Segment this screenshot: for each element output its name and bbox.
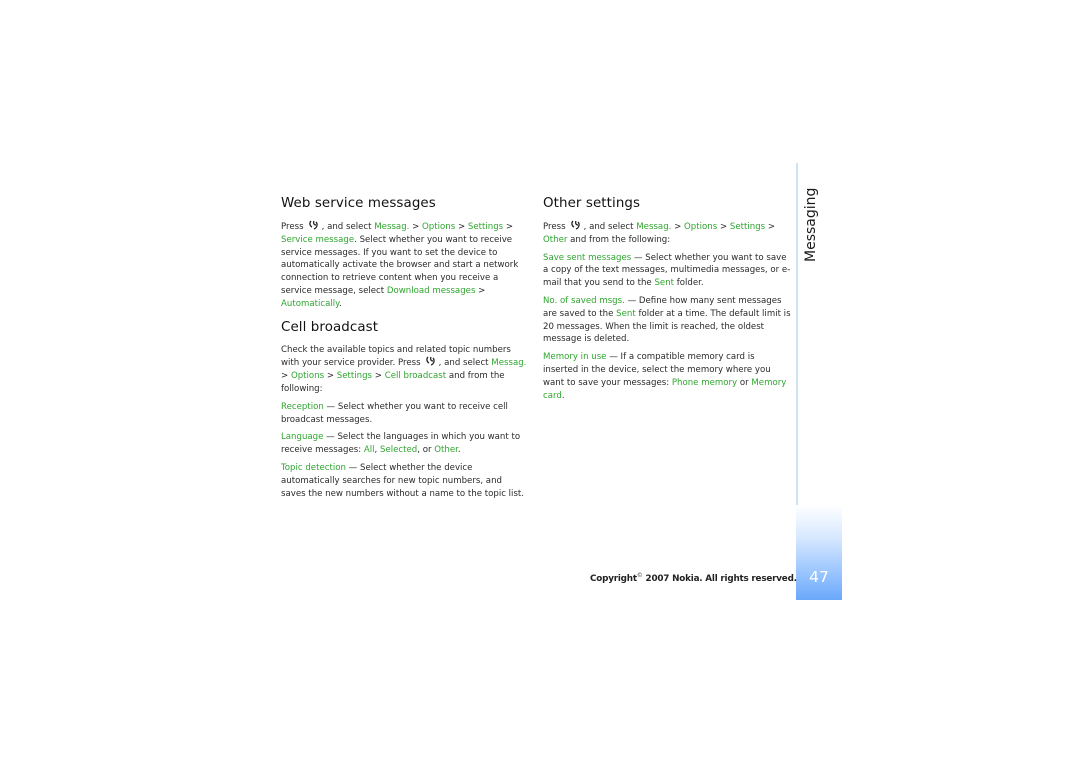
heading-cell-broadcast: Cell broadcast xyxy=(281,319,379,335)
link-messag[interactable]: Messag. xyxy=(636,222,671,232)
separator: > xyxy=(478,285,486,296)
memory-in-use-label[interactable]: Memory in use xyxy=(543,352,606,362)
reception-item: Reception — Select whether you want to r… xyxy=(281,401,529,427)
heading-other-settings: Other settings xyxy=(543,196,641,211)
language-label[interactable]: Language xyxy=(281,432,323,442)
text: . xyxy=(338,298,342,309)
option-other[interactable]: Other xyxy=(434,445,458,455)
separator: > xyxy=(281,371,289,382)
link-options[interactable]: Options xyxy=(422,222,455,232)
text: Press xyxy=(281,222,304,232)
heading-web-service-messages: Web service messages xyxy=(281,196,436,211)
text: Press xyxy=(543,222,566,232)
text: folder. xyxy=(676,278,704,289)
link-settings[interactable]: Settings xyxy=(468,222,503,232)
link-messag[interactable]: Messag. xyxy=(374,222,409,232)
option-selected[interactable]: Selected xyxy=(380,445,417,455)
separator: > xyxy=(719,222,728,232)
menu-key-icon xyxy=(308,220,319,230)
sent-folder-link[interactable]: Sent xyxy=(654,278,674,288)
chapter-title: Messaging xyxy=(803,187,819,262)
link-service-message[interactable]: Service message xyxy=(281,235,354,245)
link-download-messages[interactable]: Download messages xyxy=(387,286,476,296)
other-settings-paragraph: Press , and select Messag. > Options > Se… xyxy=(543,220,791,247)
copyright-symbol: © xyxy=(636,572,643,579)
save-sent-item: Save sent messages — Select whether you … xyxy=(543,252,791,290)
cell-broadcast-paragraph: Check the available topics and related t… xyxy=(281,344,529,396)
save-sent-label[interactable]: Save sent messages xyxy=(543,253,631,263)
memory-in-use-item: Memory in use — If a compatible memory c… xyxy=(543,351,791,402)
separator: > xyxy=(326,371,335,382)
separator: > xyxy=(412,222,420,232)
sent-folder-link[interactable]: Sent xyxy=(616,309,636,319)
text: . xyxy=(457,445,461,456)
text: , xyxy=(374,445,378,456)
option-all[interactable]: All xyxy=(364,445,375,455)
text: or xyxy=(739,377,749,388)
separator: > xyxy=(674,222,682,232)
text: , and select xyxy=(438,358,489,369)
right-column: Other settings Press , and select Messag.… xyxy=(543,195,791,407)
topic-detection-item: Topic detection — Select whether the dev… xyxy=(281,462,529,500)
text: , and select xyxy=(321,222,372,232)
topic-detection-label[interactable]: Topic detection xyxy=(281,463,346,473)
text: and from the following: xyxy=(570,234,671,245)
text: , and select xyxy=(583,222,634,232)
link-messag[interactable]: Messag. xyxy=(491,358,526,368)
separator: > xyxy=(457,222,466,232)
link-options[interactable]: Options xyxy=(291,371,324,381)
link-settings[interactable]: Settings xyxy=(730,222,765,232)
copyright-prefix: Copyright xyxy=(590,573,637,584)
link-settings[interactable]: Settings xyxy=(337,371,372,381)
option-phone-memory[interactable]: Phone memory xyxy=(672,378,737,388)
copyright-text: 2007 Nokia. All rights reserved. xyxy=(645,573,797,584)
link-cell-broadcast[interactable]: Cell broadcast xyxy=(385,371,446,381)
link-other[interactable]: Other xyxy=(543,235,567,245)
copyright-notice: Copyright© 2007 Nokia. All rights reserv… xyxy=(590,572,797,584)
link-automatically[interactable]: Automatically xyxy=(281,299,339,309)
separator: > xyxy=(374,371,382,382)
menu-key-icon xyxy=(425,356,436,366)
page-number: 47 xyxy=(809,568,829,586)
saved-msgs-item: No. of saved msgs. — Define how many sen… xyxy=(543,295,791,346)
separator: > xyxy=(505,222,514,232)
left-column: Web service messages Press , and select M… xyxy=(281,195,529,505)
reception-label[interactable]: Reception xyxy=(281,402,324,412)
link-options[interactable]: Options xyxy=(684,222,717,232)
text: , or xyxy=(417,445,432,456)
web-service-paragraph: Press , and select Messag. > Options > Se… xyxy=(281,220,529,311)
language-item: Language — Select the languages in which… xyxy=(281,431,529,457)
separator: > xyxy=(767,222,776,232)
saved-msgs-label[interactable]: No. of saved msgs. xyxy=(543,296,625,306)
text: . xyxy=(561,390,565,401)
sidebar-rule xyxy=(796,163,798,508)
menu-key-icon xyxy=(570,220,581,230)
